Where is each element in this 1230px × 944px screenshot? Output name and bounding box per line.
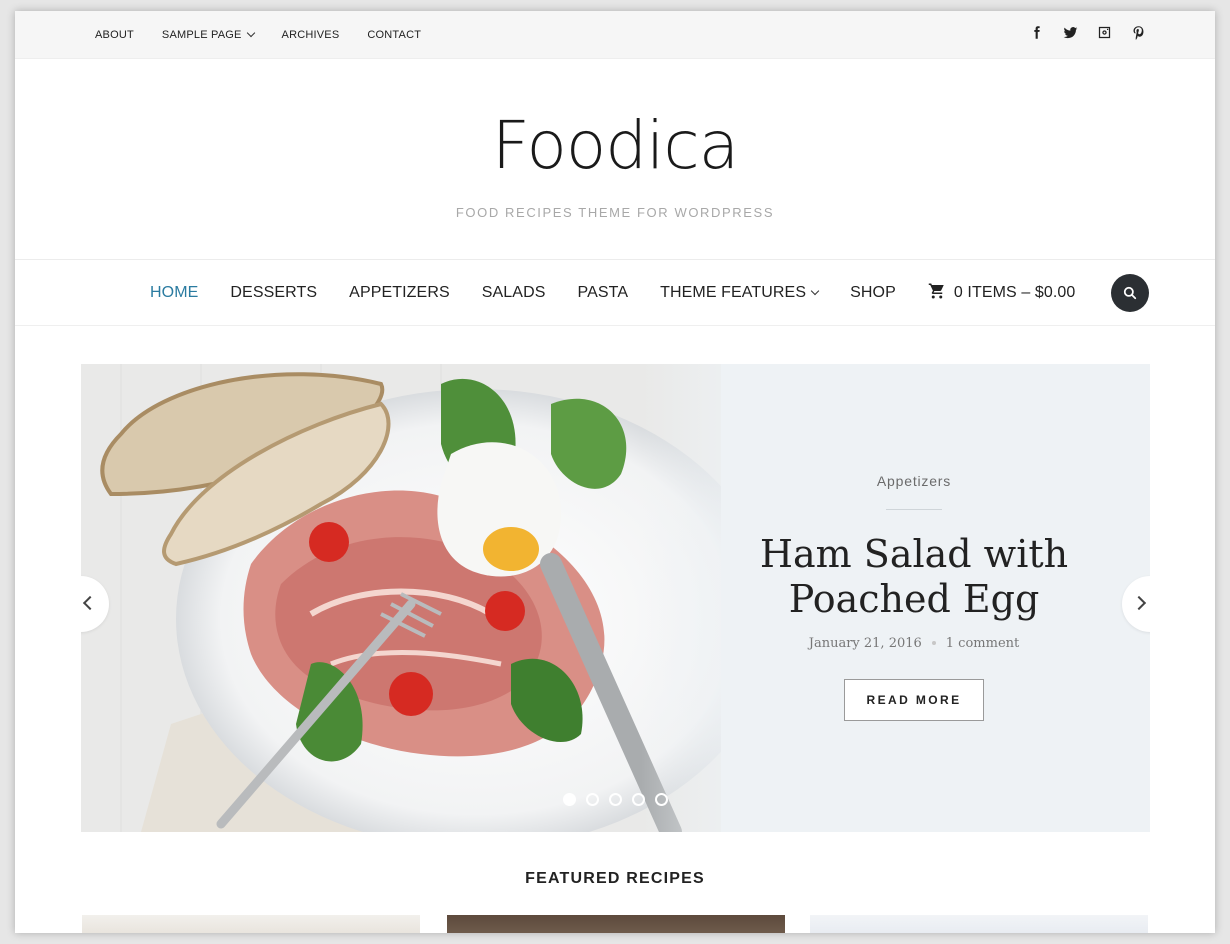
slider-pagination [563, 793, 678, 806]
chevron-down-icon [810, 286, 820, 296]
featured-card-2[interactable] [447, 915, 785, 933]
main-nav: Home Desserts Appetizers Salads Pasta Th… [15, 260, 1215, 326]
chevron-down-icon [246, 28, 255, 38]
divider [886, 509, 942, 510]
slider-dot-4[interactable] [632, 793, 645, 806]
read-more-button[interactable]: Read More [844, 679, 984, 721]
slide-category[interactable]: Appetizers [753, 473, 1075, 489]
post-date: January 21, 2016 [808, 636, 922, 651]
nav-item-theme-features[interactable]: Theme Features [660, 284, 820, 302]
social-links [1011, 23, 1147, 41]
nav-item-pasta[interactable]: Pasta [578, 284, 629, 302]
top-nav: About Sample Page Archives Contact [95, 11, 449, 59]
nav-item-appetizers[interactable]: Appetizers [349, 284, 450, 302]
slide-title[interactable]: Ham Salad with Poached Egg [753, 532, 1075, 622]
slide-fade [641, 364, 761, 832]
slide-meta: January 21, 2016 1 comment [753, 636, 1075, 651]
top-nav-contact[interactable]: Contact [367, 29, 421, 41]
site-branding: Foodica Food Recipes Theme for WordPress [15, 59, 1215, 260]
comments-link[interactable]: 1 comment [946, 636, 1019, 651]
search-icon [1123, 286, 1137, 300]
featured-recipes-heading: Featured Recipes [525, 870, 705, 887]
featured-card-1[interactable] [82, 915, 420, 933]
slide-image-ham-salad[interactable] [81, 364, 721, 832]
facebook-icon[interactable] [1027, 23, 1045, 41]
main-menu: Home Desserts Appetizers Salads Pasta Th… [150, 260, 1107, 326]
nav-item-salads[interactable]: Salads [482, 284, 546, 302]
chevron-right-icon [1131, 595, 1147, 611]
meta-separator [931, 641, 936, 645]
slider-next-button[interactable] [1122, 576, 1150, 632]
nav-item-cart[interactable]: 0 items – $0.00 [928, 282, 1076, 305]
slider-dot-3[interactable] [609, 793, 622, 806]
slider-dot-2[interactable] [586, 793, 599, 806]
twitter-icon[interactable] [1061, 23, 1079, 41]
top-nav-sample-page[interactable]: Sample Page [162, 28, 255, 41]
slide-content: Appetizers Ham Salad with Poached Egg Ja… [753, 364, 1075, 721]
site-tagline: Food Recipes Theme for WordPress [455, 205, 775, 220]
cart-icon [928, 282, 954, 305]
top-bar: About Sample Page Archives Contact [15, 11, 1215, 59]
nav-item-home[interactable]: Home [150, 284, 198, 302]
search-button[interactable] [1111, 274, 1149, 312]
top-nav-archives[interactable]: Archives [282, 29, 340, 41]
top-nav-about[interactable]: About [95, 29, 134, 41]
site-logo[interactable]: Foodica [15, 107, 1215, 184]
slider-dot-5[interactable] [655, 793, 668, 806]
page: About Sample Page Archives Contact Foodi… [15, 11, 1215, 933]
slider-dot-1[interactable] [563, 793, 576, 806]
nav-item-shop[interactable]: Shop [850, 284, 896, 302]
instagram-icon[interactable] [1095, 23, 1113, 41]
featured-recipes-grid [82, 915, 1149, 933]
featured-card-3[interactable] [810, 915, 1148, 933]
featured-slider: Appetizers Ham Salad with Poached Egg Ja… [81, 364, 1150, 832]
chevron-left-icon [82, 595, 98, 611]
pinterest-icon[interactable] [1129, 23, 1147, 41]
nav-item-desserts[interactable]: Desserts [230, 284, 317, 302]
